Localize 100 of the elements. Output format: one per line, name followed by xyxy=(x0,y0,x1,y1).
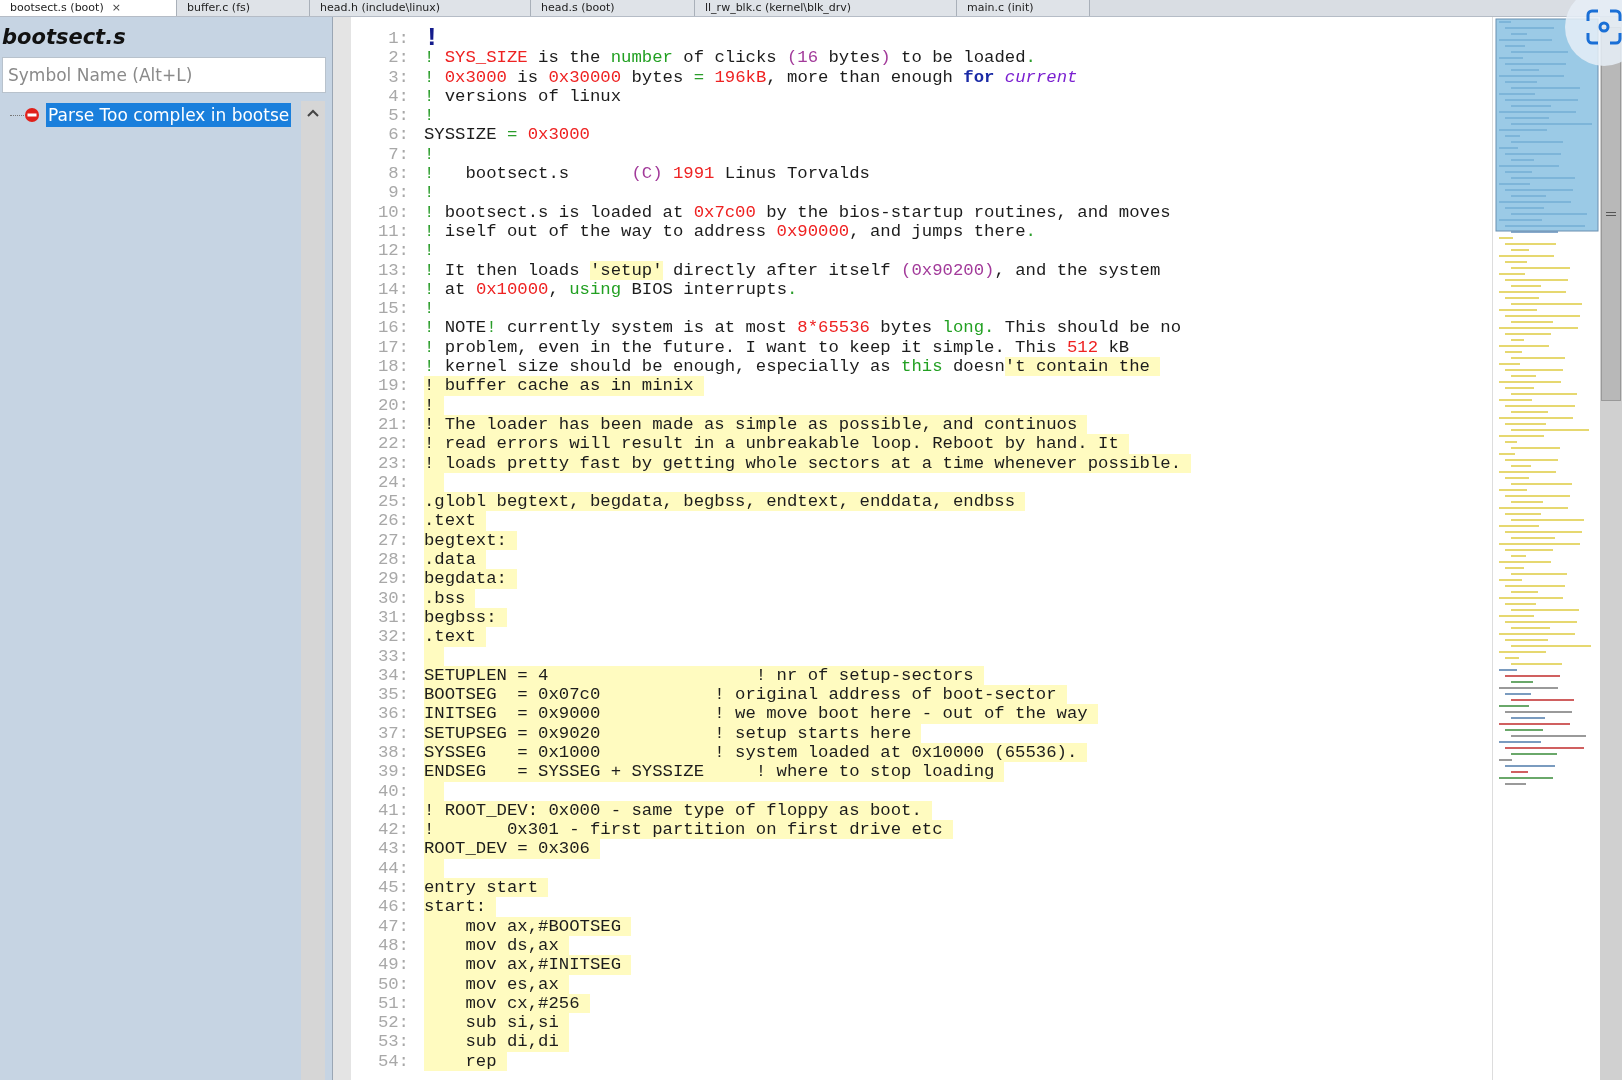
code-text: this xyxy=(901,357,943,377)
code-text: .text xyxy=(424,627,486,647)
line-number: 27: xyxy=(376,530,410,550)
line-number: 25: xyxy=(376,492,410,512)
line-number: 32: xyxy=(376,627,410,647)
line-number: 42: xyxy=(376,820,410,840)
code-text: ! xyxy=(424,29,440,49)
code-text: ENDSEG = SYSSEG + SYSSIZE ! where to stop loading xyxy=(424,762,1005,782)
code-text: ! xyxy=(424,164,436,184)
editor-tab[interactable]: head.s (boot) xyxy=(531,0,695,16)
editor-tab[interactable]: head.h (include\linux) xyxy=(310,0,531,16)
code-text: SYSSIZE xyxy=(424,125,498,145)
code-text: ! xyxy=(424,260,436,280)
code-text: . xyxy=(1025,221,1036,242)
code-text: ! loads pretty fast by getting whole sectors at a time whenever possible. xyxy=(424,453,1192,473)
code-text: ! The loader has been made as simple as possible, and continuos xyxy=(424,414,1088,435)
code-text: ) xyxy=(880,48,891,68)
code-text: iself out of the way to address xyxy=(444,221,768,242)
code-text: .text xyxy=(424,511,486,531)
code-text: ! 0x301 - first partition on first drive etc xyxy=(424,820,953,840)
editor-tab[interactable]: bootsect.s (boot) × xyxy=(0,0,177,16)
code-text: BIOS interrupts xyxy=(630,279,787,300)
code-text: , and the system xyxy=(994,260,1161,280)
scroll-up-icon[interactable] xyxy=(307,109,319,117)
editor-tab[interactable]: buffer.c (fs) xyxy=(177,0,310,16)
code-text: 0x3000 xyxy=(444,67,507,87)
code-text: 'setup' xyxy=(589,260,663,280)
code-text: is the xyxy=(537,48,602,68)
line-number: 5: xyxy=(387,106,410,126)
code-text: . xyxy=(1025,48,1036,68)
code-text: ! xyxy=(424,183,435,203)
code-text: .globl begtext, begdata, begbss, endtext, enddata, endbss xyxy=(424,492,1026,512)
code-text: 1991 xyxy=(672,164,715,184)
line-number: 39: xyxy=(376,762,410,782)
code-text: long. xyxy=(942,318,995,338)
scrollbar[interactable] xyxy=(301,101,325,1080)
code-text: mov ax,#BOOTSEG xyxy=(424,916,632,936)
code-text: ! ROOT_DEV: 0x000 - same type of floppy as boot. xyxy=(424,800,932,821)
code-text: ROOT_DEV = 0x306 xyxy=(424,839,600,859)
editor-tab[interactable]: ll_rw_blk.c (kernel\blk_drv) xyxy=(695,0,957,16)
code-text: sub di,di xyxy=(424,1032,569,1052)
code-text: = xyxy=(506,125,519,145)
code-text: 8*65536 xyxy=(797,318,870,338)
code-text: by the bios-startup routines, and moves xyxy=(765,202,1171,222)
code-text: begtext: xyxy=(424,530,517,550)
code-text: begbss: xyxy=(424,607,507,628)
line-number: 13: xyxy=(376,260,410,280)
code-text: currently system is at most xyxy=(505,318,788,338)
line-number: 54: xyxy=(376,1051,410,1072)
line-number: 45: xyxy=(376,878,410,898)
code-text: 0x90000 xyxy=(776,221,850,242)
code-text: ! xyxy=(424,395,445,415)
editor-tab[interactable]: main.c (init) xyxy=(957,0,1090,16)
code-text: at xyxy=(444,279,467,300)
line-number: 4: xyxy=(387,86,410,107)
line-number: 48: xyxy=(376,935,410,956)
line-number: 2: xyxy=(387,48,410,68)
code-text: is xyxy=(516,67,540,87)
line-number: 36: xyxy=(376,704,410,724)
line-number: 44: xyxy=(376,858,410,879)
code-text: BOOTSEG = 0x07c0 ! original address of boot-sector xyxy=(424,685,1067,705)
line-number: 10: xyxy=(376,202,410,222)
code-text: , more than enough xyxy=(766,67,954,87)
code-text: 0x3000 xyxy=(527,125,590,145)
code-text: ! xyxy=(424,106,435,126)
code-text: 0x10000 xyxy=(475,279,549,300)
code-text: start: xyxy=(424,897,497,917)
line-number: 43: xyxy=(376,839,410,859)
line-number: 51: xyxy=(376,993,410,1014)
line-number: 8: xyxy=(387,164,410,184)
code-text: mov ax,#INITSEG xyxy=(424,955,632,975)
code-text: kB xyxy=(1107,337,1130,358)
code-text: bytes xyxy=(630,67,685,87)
line-number: 11: xyxy=(376,221,410,242)
code-text: , xyxy=(548,279,560,300)
line-number: 7: xyxy=(387,144,410,165)
code-text: bytes xyxy=(827,48,881,68)
line-number: 28: xyxy=(376,550,410,570)
symbol-search-field[interactable]: Symbol Name (Alt+L) xyxy=(2,57,326,93)
code-text: ! xyxy=(424,48,436,68)
code-text: rep xyxy=(424,1051,507,1072)
code-text: Linus Torvalds xyxy=(723,164,870,184)
code-text: (0x90200) xyxy=(901,260,995,280)
tree-item[interactable]: Parse Too complex in bootse xyxy=(46,103,292,127)
close-icon[interactable]: × xyxy=(111,0,121,16)
line-number: 9: xyxy=(387,183,410,203)
code-text: sub si,si xyxy=(424,1013,569,1033)
code-text: ! xyxy=(424,67,436,87)
code-text: to be loaded xyxy=(900,48,1026,68)
code-text: ! xyxy=(424,202,436,222)
code-text: (16 xyxy=(787,48,819,68)
code-text: ! read errors will result in a unbreakable loop. Reboot by hand. It xyxy=(424,434,1129,454)
code-text: bootsect.s xyxy=(465,164,571,184)
code-text: directly after itself xyxy=(671,260,892,280)
line-number: 12: xyxy=(376,241,410,261)
code-text: ! xyxy=(486,318,497,338)
code-text: INITSEG = 0x9000 ! we move boot here - out of the way xyxy=(424,704,1098,724)
line-number: 19: xyxy=(376,376,410,396)
code-text: ! xyxy=(424,299,435,319)
file-title: bootsect.s xyxy=(1,24,127,51)
